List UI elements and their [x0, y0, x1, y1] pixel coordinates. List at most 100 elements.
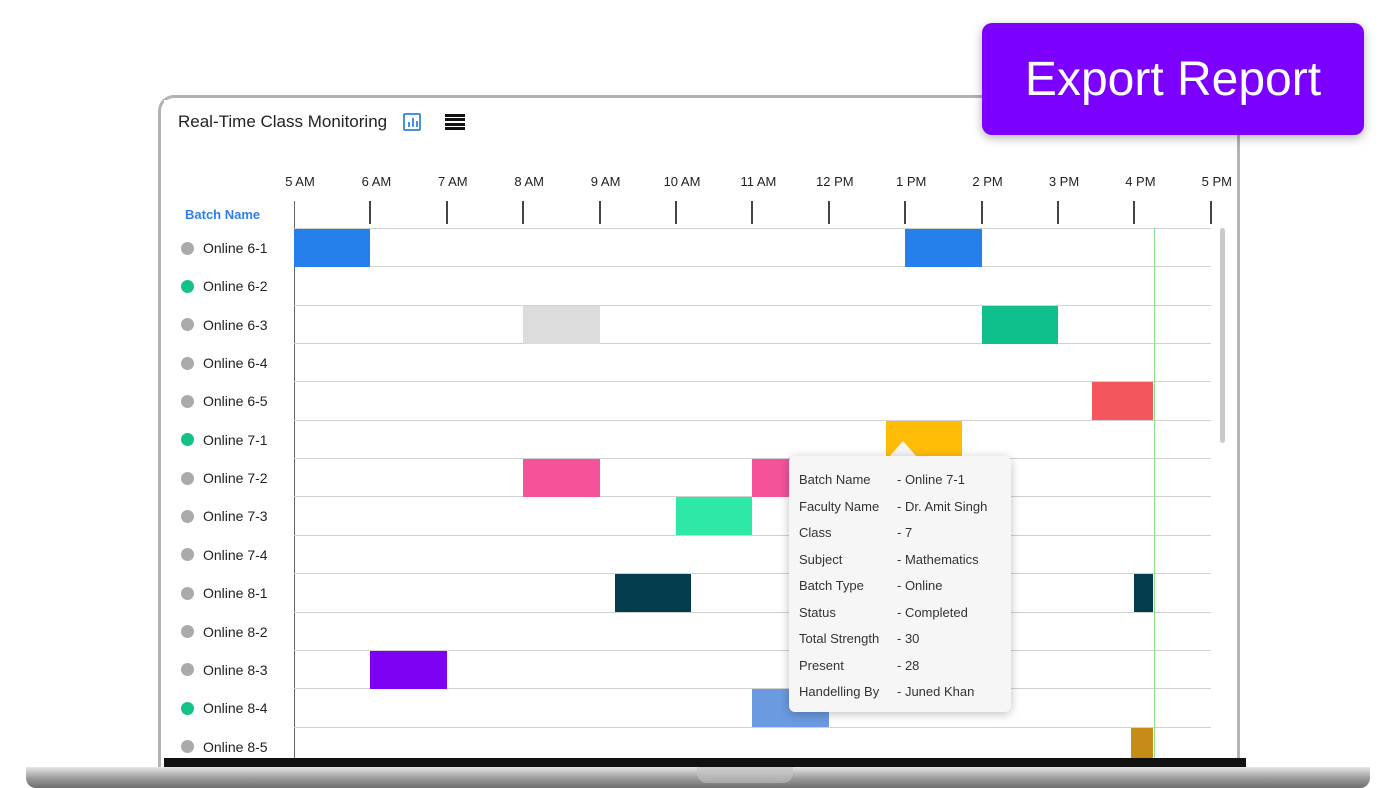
batch-label: Online 7-2: [203, 470, 268, 487]
tooltip-key: Faculty Name: [799, 498, 880, 514]
vertical-scrollbar[interactable]: [1220, 228, 1225, 443]
tooltip-row: Subject - Mathematics: [799, 552, 979, 567]
session-bar[interactable]: [1134, 574, 1154, 613]
session-bar[interactable]: [523, 305, 600, 344]
hour-label: 9 AM: [590, 174, 621, 189]
status-dot-icon: [181, 701, 194, 715]
hour-label: 1 PM: [896, 174, 927, 189]
session-bar[interactable]: [905, 229, 982, 267]
title-row: Real-Time Class Monitoring: [178, 112, 466, 132]
app-screen: Real-Time Class Monitoring Batch Name 5 …: [164, 100, 1234, 760]
session-bar[interactable]: [370, 650, 447, 689]
row-divider: [294, 534, 1211, 536]
batch-label: Online 8-3: [203, 661, 268, 678]
batch-row[interactable]: Online 8-5: [181, 728, 268, 760]
tooltip-value: - Dr. Amit Singh: [897, 498, 988, 514]
tooltip-value: - 7: [897, 525, 913, 540]
hour-tick: [598, 201, 601, 224]
session-bar[interactable]: [1092, 382, 1154, 421]
tooltip-key: Status: [799, 604, 836, 620]
hour-tick: [904, 201, 907, 224]
hour-tick: [522, 201, 525, 224]
batch-row[interactable]: Online 6-4: [181, 344, 268, 382]
session-bar[interactable]: [752, 459, 791, 498]
batch-label: Online 6-5: [203, 393, 268, 410]
status-dot-icon: [181, 318, 194, 332]
tooltip-value: - Completed: [897, 604, 968, 620]
batch-row[interactable]: Online 7-4: [181, 536, 268, 574]
batch-row[interactable]: Online 7-1: [181, 421, 268, 459]
tooltip-value: - Juned Khan: [897, 684, 975, 699]
tooltip-key: Subject: [799, 551, 843, 567]
batch-label: Online 7-4: [203, 546, 268, 563]
hour-tick: [827, 201, 830, 224]
hour-tick: [1209, 201, 1212, 224]
status-dot-icon: [181, 241, 194, 255]
session-bar[interactable]: [614, 574, 692, 613]
row-divider: [294, 381, 1211, 383]
tooltip-value: - Mathematics: [897, 551, 979, 567]
tooltip-value: - Online 7-1: [897, 472, 965, 487]
hour-tick: [445, 201, 448, 224]
batch-row[interactable]: Online 8-2: [181, 613, 268, 651]
tooltip-row: Faculty Name - Dr. Amit Singh: [799, 499, 987, 514]
status-dot-icon: [181, 548, 194, 562]
row-divider: [294, 419, 1211, 421]
batch-row[interactable]: Online 7-3: [181, 497, 268, 535]
session-bar[interactable]: [981, 305, 1058, 344]
axis-start-line: [294, 201, 295, 760]
batch-row[interactable]: Online 8-1: [181, 574, 268, 612]
hour-label: 4 PM: [1125, 174, 1156, 189]
batch-label: Online 7-1: [203, 431, 268, 448]
bar-chart-icon[interactable]: [403, 113, 422, 131]
status-dot-icon: [181, 586, 194, 600]
screen-bezel-bottom: [164, 758, 1246, 767]
session-bar[interactable]: [523, 459, 600, 498]
batch-row[interactable]: Online 6-1: [181, 229, 268, 267]
hour-tick: [1133, 201, 1136, 224]
page-title: Real-Time Class Monitoring: [178, 112, 388, 131]
batch-row[interactable]: Online 8-4: [181, 689, 268, 727]
batch-label: Online 8-2: [203, 623, 268, 640]
batch-label: Online 8-4: [203, 700, 268, 717]
session-bar[interactable]: [294, 229, 371, 267]
status-dot-icon: [181, 433, 194, 447]
tooltip-row: Total Strength - 30: [799, 631, 919, 646]
session-bar[interactable]: [1130, 727, 1154, 760]
status-dot-icon: [181, 394, 194, 408]
tooltip-key: Batch Type: [799, 578, 864, 593]
hour-label: 11 AM: [740, 174, 777, 189]
batch-label: Online 6-1: [203, 240, 268, 256]
batch-row[interactable]: Online 8-3: [181, 651, 268, 689]
status-dot-icon: [181, 740, 194, 754]
tooltip-key: Handelling By: [799, 684, 880, 699]
tooltip-key: Total Strength: [799, 631, 880, 646]
batch-row[interactable]: Online 6-5: [181, 382, 268, 420]
status-dot-icon: [181, 279, 194, 293]
hour-tick: [1057, 201, 1059, 224]
tooltip-row: Batch Name - Online 7-1: [799, 472, 965, 487]
tooltip-row: Handelling By - Juned Khan: [799, 684, 974, 699]
hour-tick: [369, 201, 372, 224]
batch-label: Online 8-5: [203, 738, 268, 755]
tooltip-row: Class - 7: [799, 525, 912, 540]
batch-label: Online 6-4: [203, 355, 268, 372]
status-dot-icon: [181, 471, 194, 485]
batch-row[interactable]: Online 6-3: [181, 306, 268, 344]
batch-row[interactable]: Online 6-2: [181, 267, 268, 305]
hour-label: 10 AM: [663, 174, 701, 189]
tooltip-key: Present: [799, 657, 844, 673]
list-icon[interactable]: [445, 114, 466, 130]
row-divider: [294, 304, 1211, 306]
export-report-button[interactable]: Export Report: [982, 23, 1364, 135]
hour-label: 3 PM: [1048, 174, 1080, 189]
hour-label: 8 AM: [514, 174, 544, 189]
hour-label: 5 AM: [285, 174, 315, 189]
tooltip-key: Class: [799, 525, 832, 540]
batch-row[interactable]: Online 7-2: [181, 459, 268, 497]
batch-label: Online 8-1: [203, 585, 268, 602]
tooltip-value: - Online: [897, 578, 943, 593]
session-bar[interactable]: [676, 497, 753, 536]
batch-label: Online 7-3: [203, 508, 268, 525]
current-time-line: [1153, 228, 1155, 760]
